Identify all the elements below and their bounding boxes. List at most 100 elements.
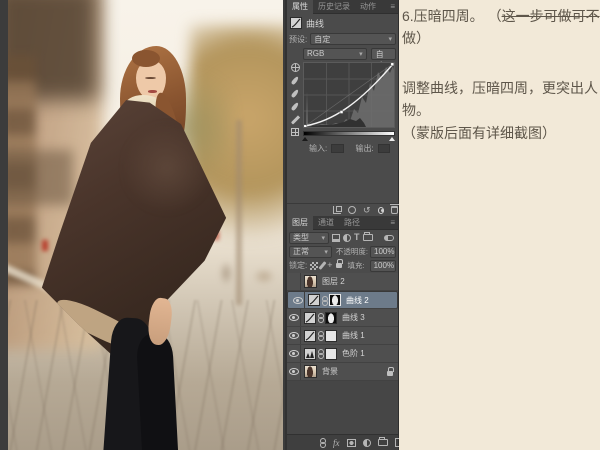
visibility-toggle[interactable]	[287, 273, 301, 290]
layer-name[interactable]: 图层 2	[322, 276, 345, 287]
filter-kind-dropdown[interactable]: 类型 ▾	[289, 231, 329, 244]
visibility-toggle[interactable]	[291, 292, 305, 308]
lock-transparency-icon[interactable]	[310, 261, 319, 270]
layer-row-curves3[interactable]: 曲线 3	[287, 309, 398, 327]
layer-row-curves1[interactable]: 曲线 1	[287, 327, 398, 345]
properties-tab-bar: 属性 历史记录 动作 ≡	[287, 0, 398, 14]
eye-icon	[288, 350, 299, 357]
chevron-down-icon: ▾	[359, 50, 363, 58]
panel-menu-icon[interactable]: ≡	[390, 218, 395, 227]
layers-tab-bar: 图层 通道 路径 ≡	[287, 215, 398, 230]
curve-point-midtones	[339, 110, 344, 114]
tab-paths[interactable]: 路径	[339, 216, 365, 230]
layer-name[interactable]: 曲线 3	[342, 312, 365, 323]
curves-adjustment-icon[interactable]	[304, 329, 316, 342]
layer-filter-row: 类型 ▾ T	[287, 231, 398, 244]
lock-pixels-icon[interactable]	[318, 261, 327, 270]
photo-red-light	[42, 240, 48, 251]
fill-field[interactable]: 100%	[369, 259, 396, 272]
pixel-layer-filter-icon[interactable]	[332, 233, 340, 242]
woman-lips	[148, 90, 157, 93]
woman-leg-2	[135, 333, 179, 450]
layer-row-layer2[interactable]: 图层 2	[287, 273, 398, 291]
opacity-field[interactable]: 100%	[370, 245, 396, 258]
lock-all-icon[interactable]	[335, 259, 343, 268]
targeted-adjustment-icon[interactable]	[290, 63, 300, 72]
visibility-icon[interactable]	[377, 206, 384, 214]
tab-actions[interactable]: 动作	[355, 0, 381, 14]
new-group-icon[interactable]	[377, 437, 388, 446]
panel-menu-icon[interactable]: ≡	[390, 2, 395, 11]
preset-label: 预设:	[289, 34, 308, 44]
preset-dropdown[interactable]: 自定 ▾	[310, 33, 396, 45]
gray-point-eyedropper-icon[interactable]	[290, 88, 300, 99]
note-step-text: 6.压暗四周。 （	[402, 8, 502, 24]
group-filter-icon[interactable]	[362, 232, 373, 241]
clip-to-layer-icon[interactable]	[333, 206, 342, 214]
opacity-label: 不透明度:	[335, 247, 368, 256]
auto-button[interactable]: 自动	[370, 47, 396, 70]
curves-graph[interactable]	[303, 62, 395, 128]
blend-mode-dropdown[interactable]: 正常 ▾	[289, 245, 332, 258]
note-line-4: 物。	[402, 102, 430, 118]
link-icon	[317, 313, 324, 323]
layer-mask-thumbnail[interactable]	[325, 311, 337, 324]
filter-toggle-icon[interactable]	[384, 234, 394, 241]
fill-value: 100%	[373, 261, 395, 270]
lock-position-icon[interactable]: +	[327, 261, 332, 270]
black-slider-icon[interactable]	[302, 137, 308, 141]
draw-curve-pencil-icon[interactable]	[290, 115, 300, 125]
delete-adjustment-icon[interactable]	[390, 204, 399, 214]
layer-mask-thumbnail[interactable]	[329, 294, 341, 306]
tab-properties[interactable]: 属性	[287, 0, 313, 14]
note-line-1: 6.压暗四周。 （这一步可做可不	[402, 6, 600, 26]
lock-label: 锁定:	[289, 261, 308, 270]
new-adjustment-layer-icon[interactable]	[362, 438, 371, 447]
output-value-box[interactable]	[377, 143, 390, 153]
link-layers-icon[interactable]	[319, 438, 326, 448]
layer-mask-thumbnail[interactable]	[325, 347, 337, 360]
preset-row: 预设: 自定 ▾	[287, 32, 398, 46]
woman-hair-fringe	[132, 50, 160, 67]
chevron-down-icon: ▾	[388, 36, 392, 43]
curves-adjustment-icon[interactable]	[304, 311, 316, 324]
previous-state-icon[interactable]	[348, 206, 356, 214]
visibility-toggle[interactable]	[287, 345, 301, 362]
blend-mode-row: 正常 ▾ 不透明度: 100%	[287, 245, 398, 258]
layers-footer: fx	[287, 434, 417, 450]
layer-thumbnail[interactable]	[304, 365, 317, 378]
white-slider-icon[interactable]	[389, 137, 395, 141]
white-point-eyedropper-icon[interactable]	[290, 101, 300, 112]
curve-point-highlights	[390, 63, 394, 67]
visibility-toggle[interactable]	[287, 327, 301, 344]
channel-dropdown[interactable]: RGB ▾	[303, 47, 367, 60]
add-mask-icon[interactable]	[346, 438, 356, 447]
reset-icon[interactable]: ↺	[363, 205, 371, 215]
eye-icon	[288, 332, 299, 339]
visibility-toggle[interactable]	[287, 363, 301, 380]
layer-thumbnail[interactable]	[304, 275, 317, 288]
layers-empty-area	[287, 381, 398, 434]
curve-grid-options-icon[interactable]	[291, 128, 299, 136]
black-point-eyedropper-icon[interactable]	[290, 75, 300, 86]
input-value-box[interactable]	[331, 143, 344, 153]
levels-adjustment-icon[interactable]	[304, 347, 316, 360]
layer-name[interactable]: 色阶 1	[342, 348, 365, 359]
layer-name[interactable]: 曲线 1	[342, 330, 365, 341]
link-icon	[317, 349, 324, 359]
layer-row-curves2-selected[interactable]: 曲线 2	[287, 291, 398, 309]
layer-name[interactable]: 背景	[322, 366, 338, 377]
tab-layers[interactable]: 图层	[287, 215, 313, 230]
visibility-toggle[interactable]	[287, 309, 301, 326]
tab-history[interactable]: 历史记录	[313, 0, 355, 14]
curves-adjustment-icon[interactable]	[308, 294, 320, 306]
type-filter-icon[interactable]: T	[354, 233, 360, 242]
woman-eyes	[145, 77, 156, 79]
layer-name[interactable]: 曲线 2	[346, 295, 369, 306]
tab-channels[interactable]: 通道	[313, 216, 339, 230]
layer-row-levels1[interactable]: 色阶 1	[287, 345, 398, 363]
layer-row-background[interactable]: 背景	[287, 363, 398, 381]
layer-style-fx-icon[interactable]: fx	[333, 438, 340, 448]
adjustment-filter-icon[interactable]	[343, 233, 351, 242]
layer-mask-thumbnail[interactable]	[325, 329, 337, 342]
